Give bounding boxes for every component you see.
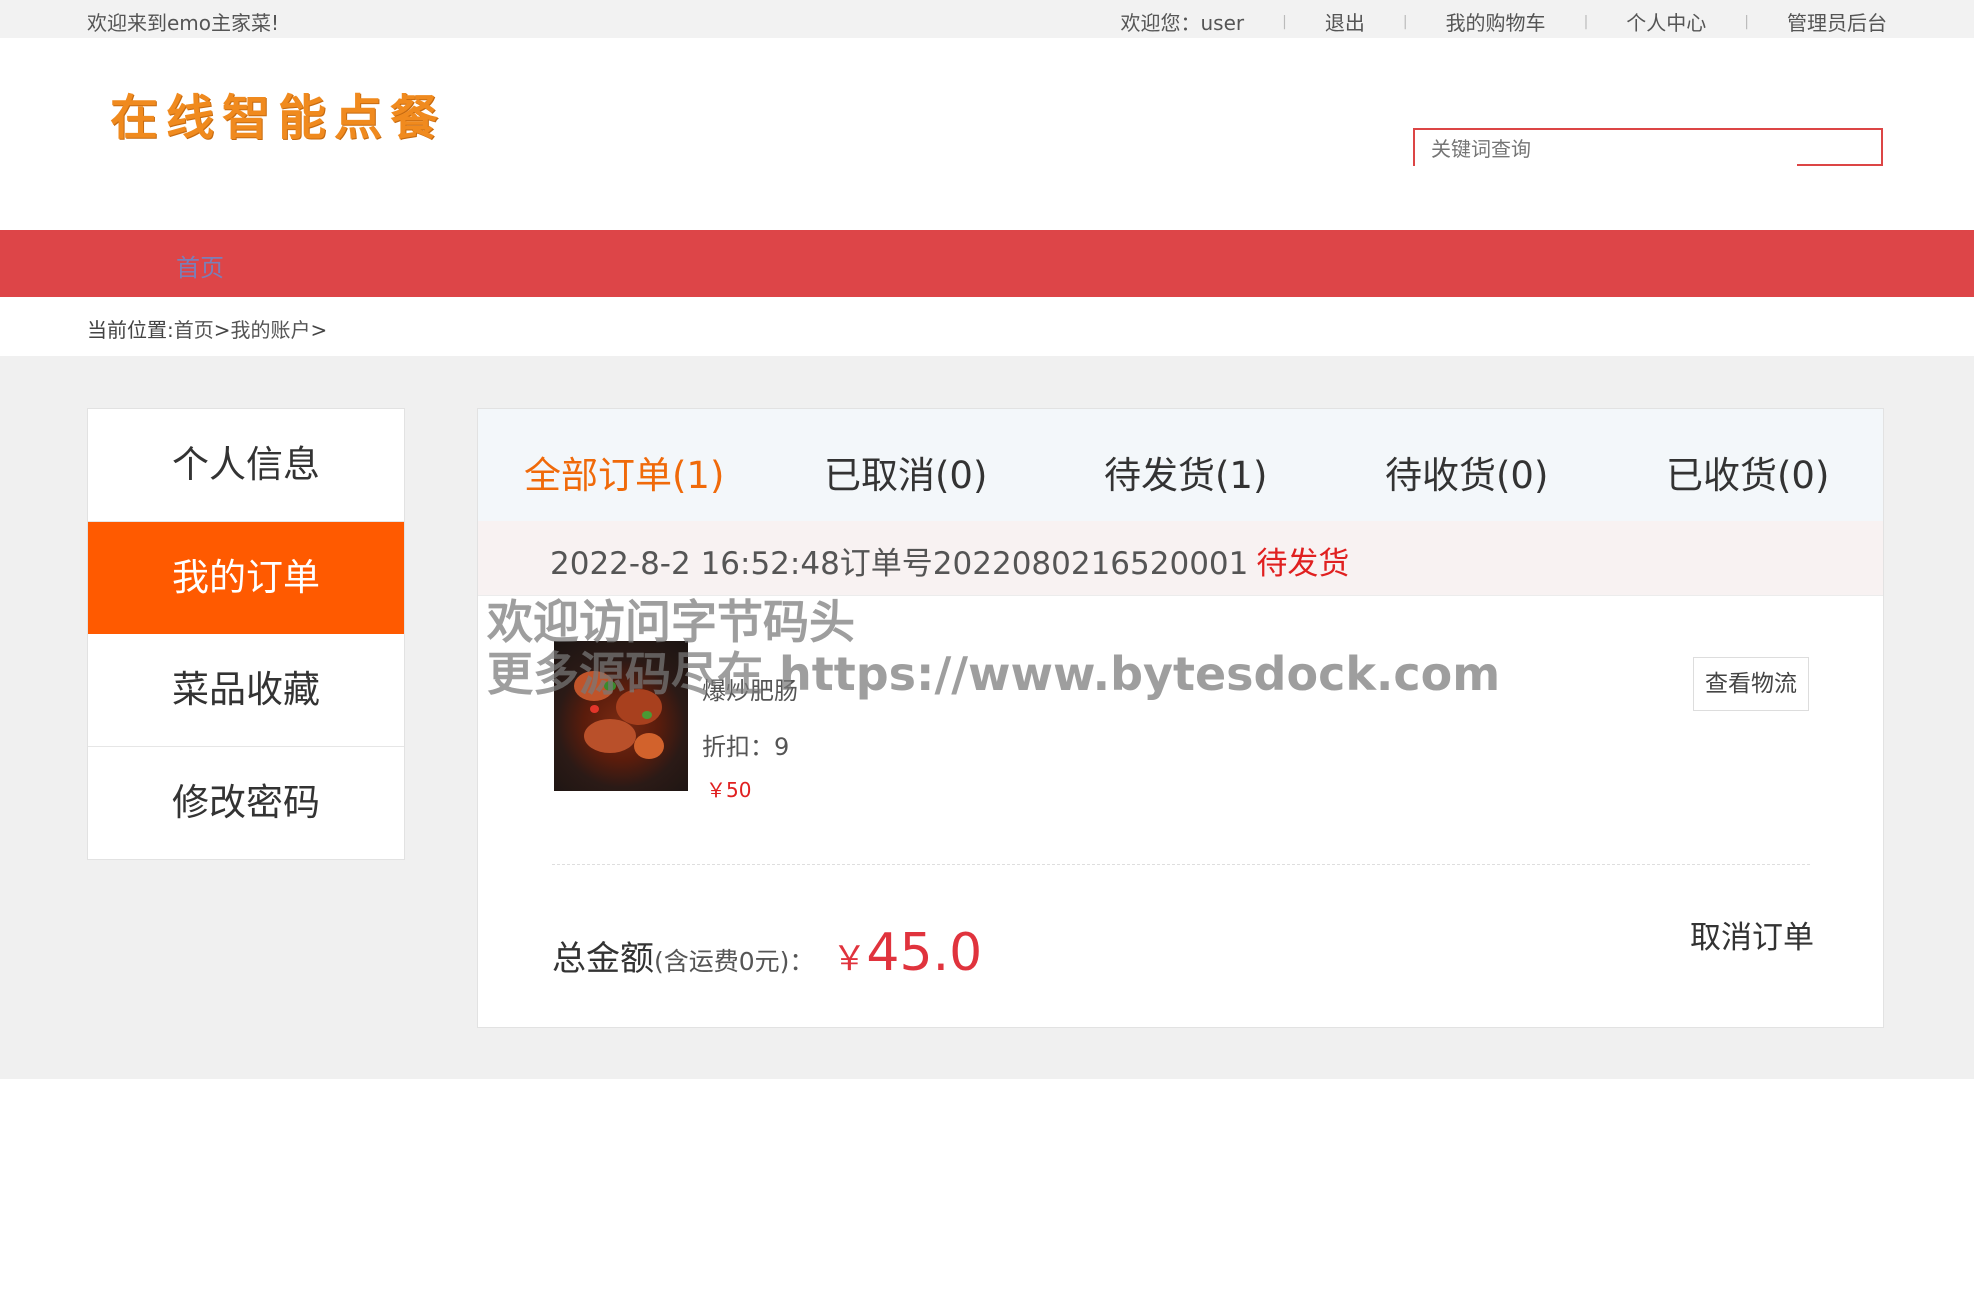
- account-sidebar: 个人信息 我的订单 菜品收藏 修改密码: [87, 408, 405, 860]
- total-currency: ￥: [832, 939, 867, 979]
- dish-name[interactable]: 爆炒肥肠: [702, 671, 798, 706]
- separator: |: [1282, 13, 1287, 30]
- order-status: 待发货: [1256, 546, 1350, 582]
- breadcrumb-separator: >: [213, 318, 231, 342]
- welcome-user-text: 欢迎您：user: [1120, 11, 1245, 35]
- total-note: (含运费0元)：: [654, 947, 815, 976]
- order-number-label: 订单号: [839, 546, 933, 582]
- order-tabs: 全部订单(1) 已取消(0) 待发货(1) 待收货(0) 已收货(0): [478, 409, 1883, 522]
- sidebar-item-change-password[interactable]: 修改密码: [88, 747, 404, 859]
- admin-link[interactable]: 管理员后台: [1787, 7, 1887, 36]
- divider: [552, 864, 1810, 865]
- sidebar-item-my-orders[interactable]: 我的订单: [88, 522, 404, 634]
- order-datetime: 2022-8-2 16:52:48: [550, 546, 840, 582]
- orders-panel: 全部订单(1) 已取消(0) 待发货(1) 待收货(0) 已收货(0) 2022…: [477, 408, 1884, 1028]
- nav-home-link[interactable]: 首页: [176, 248, 224, 283]
- search-underline: [1797, 164, 1883, 166]
- dish-discount: 折扣：9: [702, 733, 790, 761]
- tab-pending-receipt[interactable]: 待收货(0): [1385, 445, 1548, 499]
- dish-image[interactable]: [554, 641, 688, 791]
- total-label: 总金额: [552, 939, 654, 979]
- order-info: 2022-8-2 16:52:48订单号2022080216520001 待发货: [550, 538, 1349, 583]
- separator: |: [1402, 13, 1408, 30]
- cart-link[interactable]: 我的购物车: [1446, 7, 1546, 36]
- main-nav: 首页: [0, 230, 1974, 297]
- top-bar: 欢迎来到emo主家菜! 欢迎您：user | 退出 | 我的购物车 | 个人中心…: [0, 0, 1974, 38]
- site-logo[interactable]: 在线智能点餐: [110, 78, 446, 148]
- breadcrumb-label: 当前位置:: [87, 318, 174, 342]
- breadcrumb-account[interactable]: 我的账户: [231, 318, 311, 342]
- breadcrumb: 当前位置:首页>我的账户>: [87, 314, 327, 343]
- sidebar-item-favorites[interactable]: 菜品收藏: [88, 634, 404, 747]
- site-welcome-text: 欢迎来到emo主家菜!: [87, 11, 280, 35]
- tab-cancelled[interactable]: 已取消(0): [824, 445, 987, 499]
- order-total: 总金额(含运费0元)： ￥45.0: [552, 923, 982, 983]
- logout-link[interactable]: 退出: [1325, 7, 1365, 36]
- tab-all-orders[interactable]: 全部订单(1): [524, 445, 724, 499]
- profile-link[interactable]: 个人中心: [1626, 7, 1706, 36]
- breadcrumb-separator: >: [310, 318, 328, 342]
- separator: |: [1744, 13, 1749, 30]
- separator: |: [1583, 13, 1589, 30]
- search-input[interactable]: [1429, 132, 1793, 166]
- total-amount: 45.0: [866, 923, 983, 983]
- cancel-order-link[interactable]: 取消订单: [1690, 912, 1814, 957]
- dish-price: ￥50: [706, 778, 752, 802]
- search-box: [1413, 128, 1883, 166]
- tab-pending-shipment[interactable]: 待发货(1): [1104, 445, 1267, 499]
- sidebar-item-personal-info[interactable]: 个人信息: [88, 409, 404, 522]
- order-header: 2022-8-2 16:52:48订单号2022080216520001 待发货: [478, 521, 1883, 596]
- tab-received[interactable]: 已收货(0): [1666, 445, 1829, 499]
- breadcrumb-home[interactable]: 首页: [174, 318, 214, 342]
- order-number: 2022080216520001: [932, 546, 1249, 582]
- view-logistics-button[interactable]: 查看物流: [1693, 657, 1809, 711]
- top-links: 欢迎您：user | 退出 | 我的购物车 | 个人中心 | 管理员后台: [1121, 7, 1888, 36]
